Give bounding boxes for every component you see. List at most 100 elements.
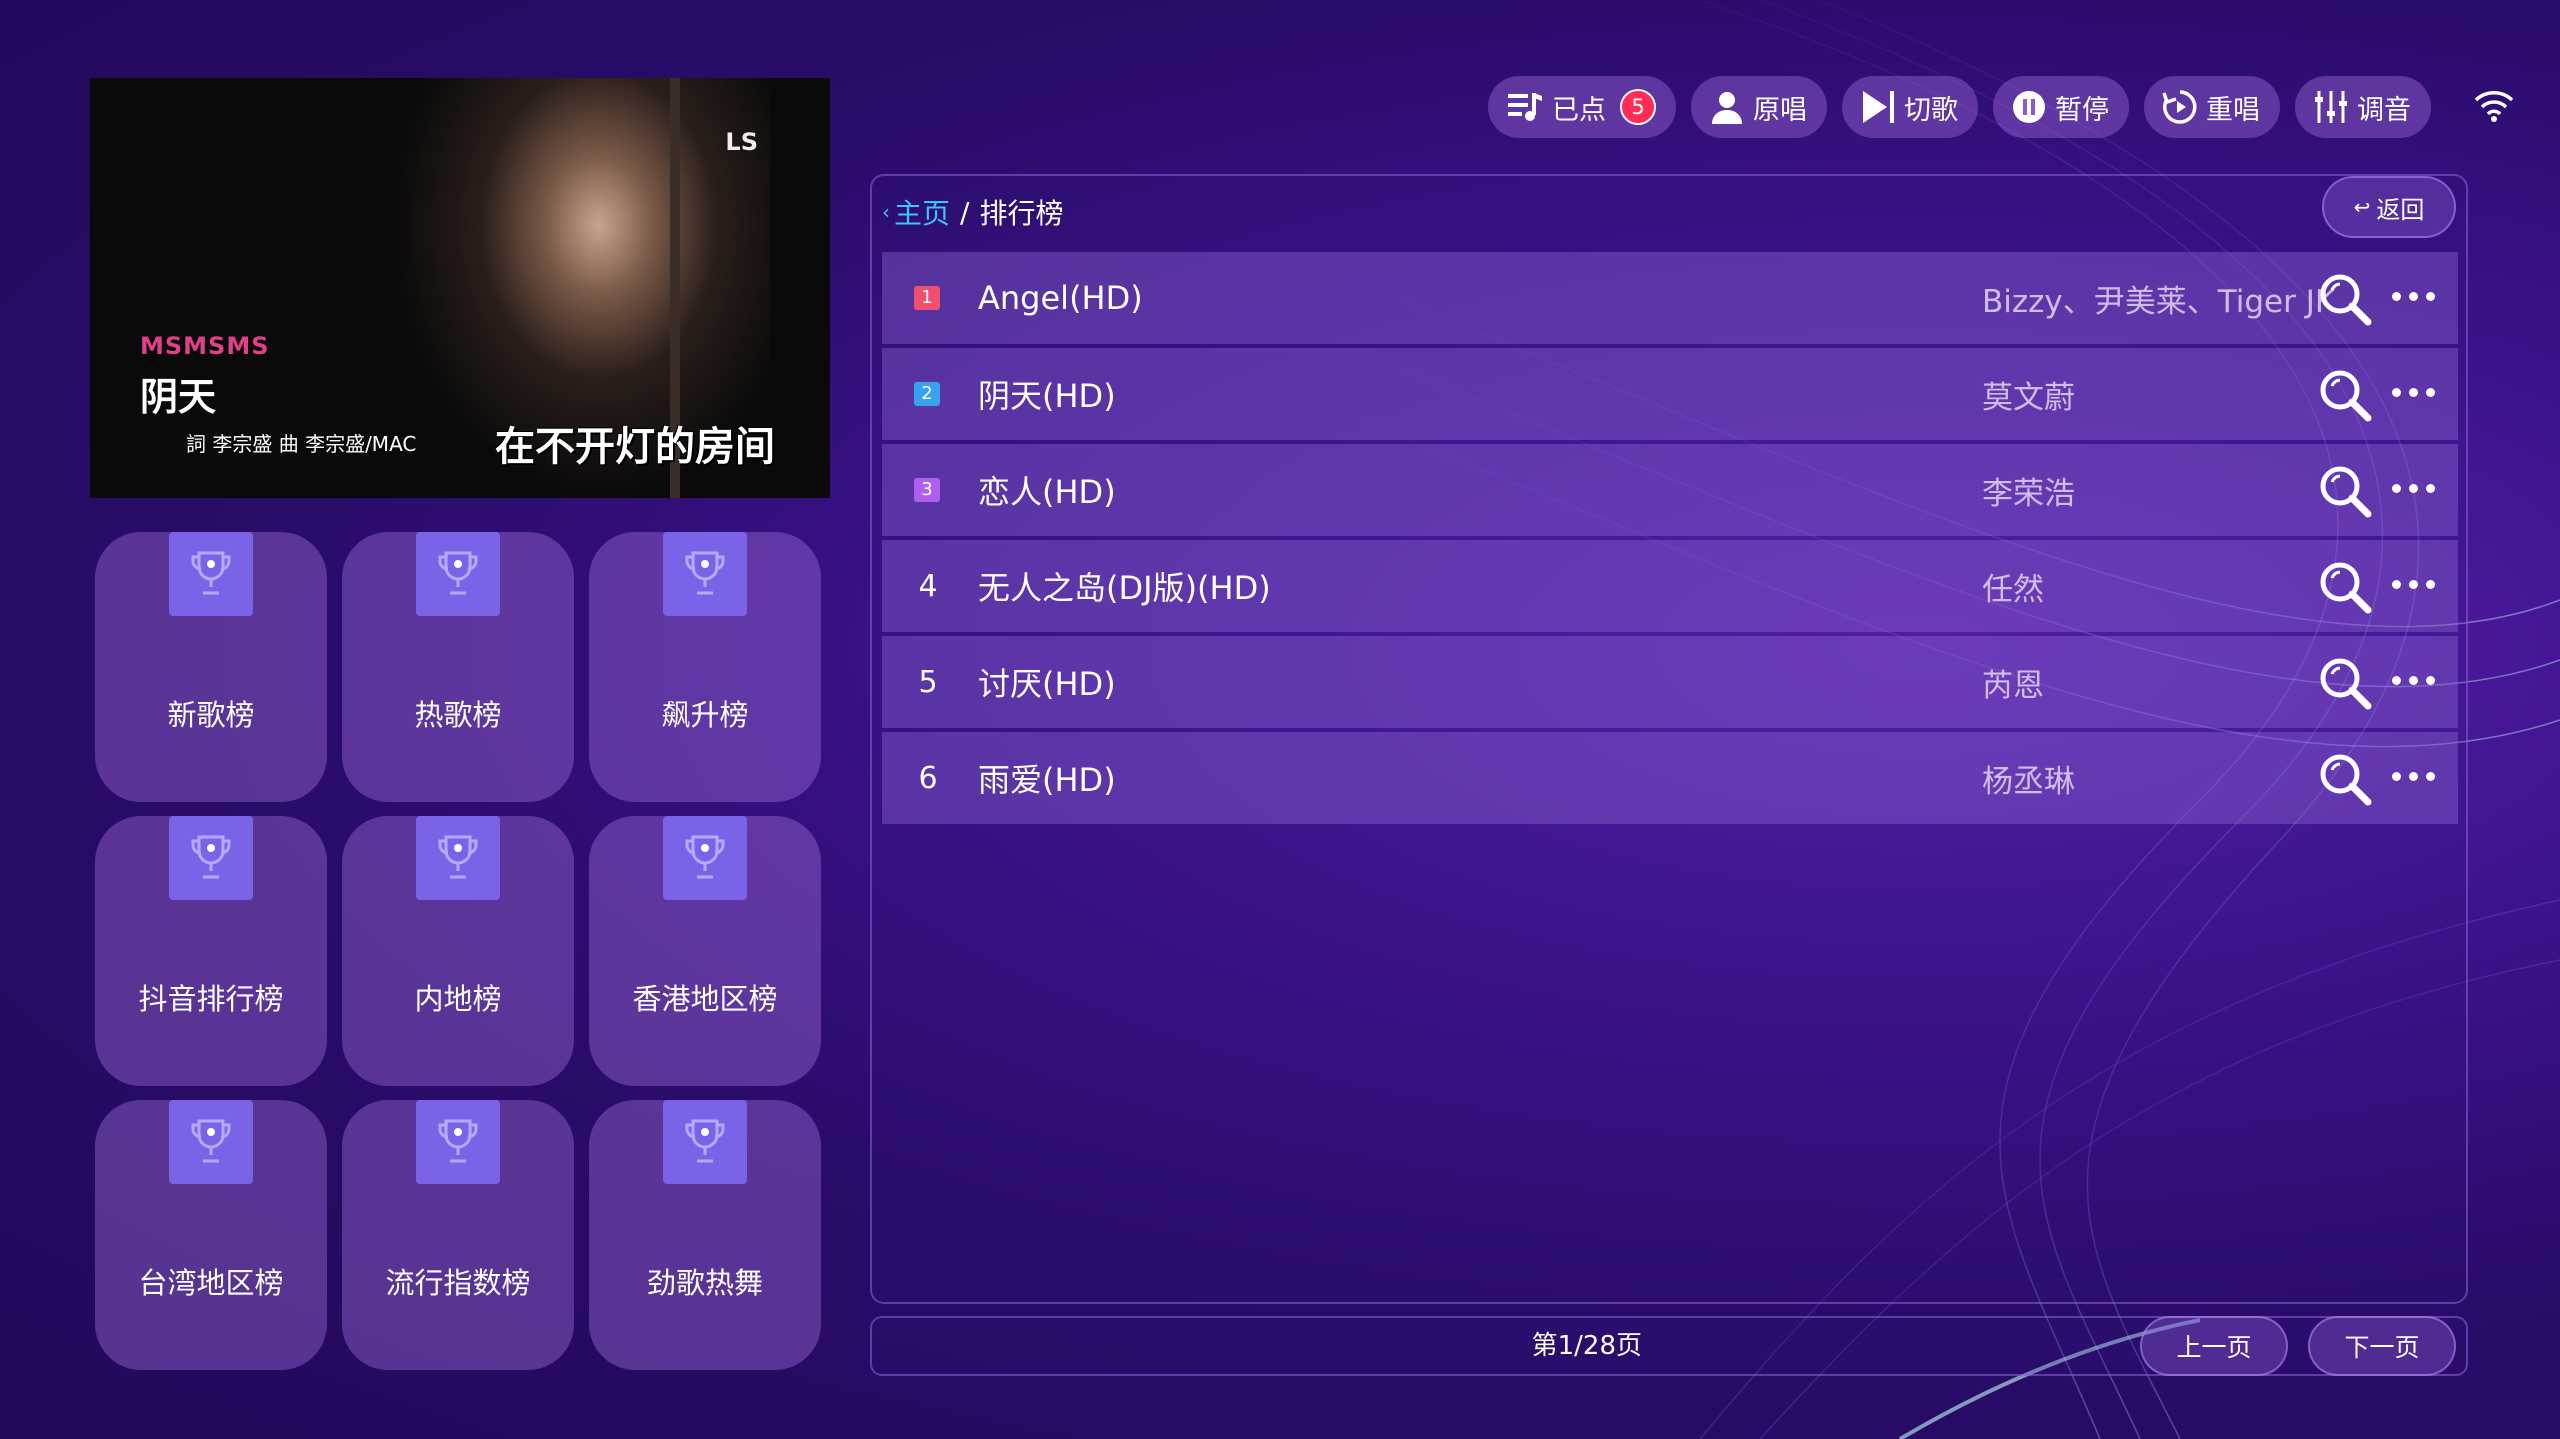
search-icon[interactable]	[2318, 464, 2374, 520]
replay-button[interactable]: 重唱	[2144, 76, 2280, 138]
category-tile[interactable]: 香港地区榜	[589, 816, 821, 1086]
song-title: 阴天(HD)	[978, 377, 1116, 415]
breadcrumb-home[interactable]: 主页	[894, 192, 950, 232]
next-page-button[interactable]: 下一页	[2308, 1316, 2456, 1376]
song-title: 恋人(HD)	[978, 473, 1116, 511]
tune-button[interactable]: 调音	[2295, 76, 2431, 138]
video-preview[interactable]: LS MSMSMS 阴天 詞 李宗盛 曲 李宗盛/MAC 在不开灯的房间	[90, 78, 830, 498]
search-icon[interactable]	[2318, 656, 2374, 712]
trophy-icon	[169, 816, 253, 900]
category-grid: 新歌榜 热歌榜 飙升榜 抖音排行榜 内地榜 香港地区榜 台湾地区榜 流行指数榜 …	[95, 532, 825, 1372]
category-label: 抖音排行榜	[138, 982, 284, 1016]
queued-count-badge: 5	[1620, 89, 1656, 125]
song-artist: Bizzy、尹美莱、Tiger JK	[1982, 283, 2336, 320]
song-row[interactable]: 4 无人之岛(DJ版)(HD) 任然	[882, 540, 2458, 632]
trophy-icon	[416, 532, 500, 616]
song-row[interactable]: 3 恋人(HD) 李荣浩	[882, 444, 2458, 536]
more-options-icon[interactable]	[2392, 772, 2435, 781]
category-label: 香港地区榜	[632, 982, 778, 1016]
chevron-left-icon: ‹	[882, 200, 890, 224]
original-vocal-label: 原唱	[1753, 94, 1807, 126]
breadcrumb: ‹ 主页 / 排行榜	[882, 188, 1063, 236]
rank-badge: 1	[914, 286, 940, 310]
skip-label: 切歌	[1904, 94, 1958, 126]
song-row[interactable]: 5 讨厌(HD) 芮恩	[882, 636, 2458, 728]
category-label: 流行指数榜	[385, 1266, 531, 1300]
channel-logo: LS	[725, 128, 758, 156]
queued-label: 已点	[1552, 94, 1606, 126]
return-arrow-icon: ↩	[2353, 195, 2371, 219]
skip-next-icon	[1863, 91, 1894, 123]
video-lyric: 在不开灯的房间	[495, 424, 775, 470]
category-tile[interactable]: 劲歌热舞	[589, 1100, 821, 1370]
song-list: 1 Angel(HD) Bizzy、尹美莱、Tiger JK 2 阴天(HD) …	[882, 252, 2458, 828]
tune-label: 调音	[2357, 94, 2411, 126]
queued-button[interactable]: 已点 5	[1488, 76, 1676, 138]
search-icon[interactable]	[2318, 368, 2374, 424]
playlist-icon	[1508, 93, 1542, 121]
breadcrumb-separator: /	[960, 195, 970, 229]
category-tile[interactable]: 台湾地区榜	[95, 1100, 327, 1370]
category-tile[interactable]: 飙升榜	[589, 532, 821, 802]
more-options-icon[interactable]	[2392, 484, 2435, 493]
prev-page-button[interactable]: 上一页	[2140, 1316, 2288, 1376]
replay-label: 重唱	[2206, 94, 2260, 126]
back-label: 返回	[2376, 195, 2425, 224]
category-label: 内地榜	[414, 982, 502, 1016]
song-list-panel: ‹ 主页 / 排行榜 ↩ 返回 1 Angel(HD) Bizzy、尹美莱、Ti…	[870, 174, 2468, 1304]
category-tile[interactable]: 新歌榜	[95, 532, 327, 802]
pause-button[interactable]: 暂停	[1993, 76, 2129, 138]
pause-icon	[2013, 91, 2045, 123]
video-song-title: 阴天	[140, 375, 217, 419]
top-toolbar: 已点 5 原唱 切歌 暂停 重唱 调音	[1488, 76, 2431, 138]
search-icon[interactable]	[2318, 560, 2374, 616]
wifi-icon	[2474, 91, 2514, 122]
trophy-icon	[663, 1100, 747, 1184]
category-tile[interactable]: 热歌榜	[342, 532, 574, 802]
category-label: 飙升榜	[661, 698, 749, 732]
category-label: 劲歌热舞	[646, 1266, 763, 1300]
skip-button[interactable]: 切歌	[1842, 76, 1978, 138]
category-tile[interactable]: 流行指数榜	[342, 1100, 574, 1370]
more-options-icon[interactable]	[2392, 580, 2435, 589]
category-label: 热歌榜	[414, 698, 502, 732]
rank-number: 4	[918, 568, 938, 604]
category-tile[interactable]: 内地榜	[342, 816, 574, 1086]
song-row[interactable]: 2 阴天(HD) 莫文蔚	[882, 348, 2458, 440]
brand-text: MSMSMS	[140, 332, 270, 360]
song-artist: 任然	[1982, 571, 2044, 608]
more-options-icon[interactable]	[2392, 388, 2435, 397]
pause-label: 暂停	[2055, 94, 2109, 126]
search-icon[interactable]	[2318, 272, 2374, 328]
song-title: Angel(HD)	[978, 279, 1143, 317]
back-button[interactable]: ↩ 返回	[2322, 176, 2456, 238]
pagination-bar: 第1/28页 上一页 下一页	[870, 1316, 2468, 1376]
equalizer-icon	[2315, 91, 2347, 123]
song-title: 无人之岛(DJ版)(HD)	[978, 569, 1271, 607]
video-credits: 詞 李宗盛 曲 李宗盛/MAC	[186, 432, 417, 456]
page-indicator: 第1/28页	[1531, 1331, 1642, 1361]
category-label: 台湾地区榜	[138, 1266, 284, 1300]
trophy-icon	[416, 1100, 500, 1184]
more-options-icon[interactable]	[2392, 292, 2435, 301]
replay-icon	[2162, 90, 2197, 124]
trophy-icon	[663, 532, 747, 616]
song-artist: 莫文蔚	[1982, 379, 2075, 416]
rank-badge: 3	[914, 478, 940, 502]
song-row[interactable]: 1 Angel(HD) Bizzy、尹美莱、Tiger JK	[882, 252, 2458, 344]
song-artist: 李荣浩	[1982, 475, 2075, 512]
trophy-icon	[416, 816, 500, 900]
search-icon[interactable]	[2318, 752, 2374, 808]
song-artist: 杨丞琳	[1982, 763, 2075, 800]
song-title: 雨爱(HD)	[978, 761, 1116, 799]
category-tile[interactable]: 抖音排行榜	[95, 816, 327, 1086]
rank-number: 6	[918, 760, 938, 796]
original-vocal-button[interactable]: 原唱	[1691, 76, 1827, 138]
rank-badge: 2	[914, 382, 940, 406]
trophy-icon	[663, 816, 747, 900]
singer-icon	[1712, 92, 1742, 124]
more-options-icon[interactable]	[2392, 676, 2435, 685]
song-row[interactable]: 6 雨爱(HD) 杨丞琳	[882, 732, 2458, 824]
breadcrumb-current: 排行榜	[979, 197, 1064, 230]
rank-number: 5	[918, 664, 938, 700]
